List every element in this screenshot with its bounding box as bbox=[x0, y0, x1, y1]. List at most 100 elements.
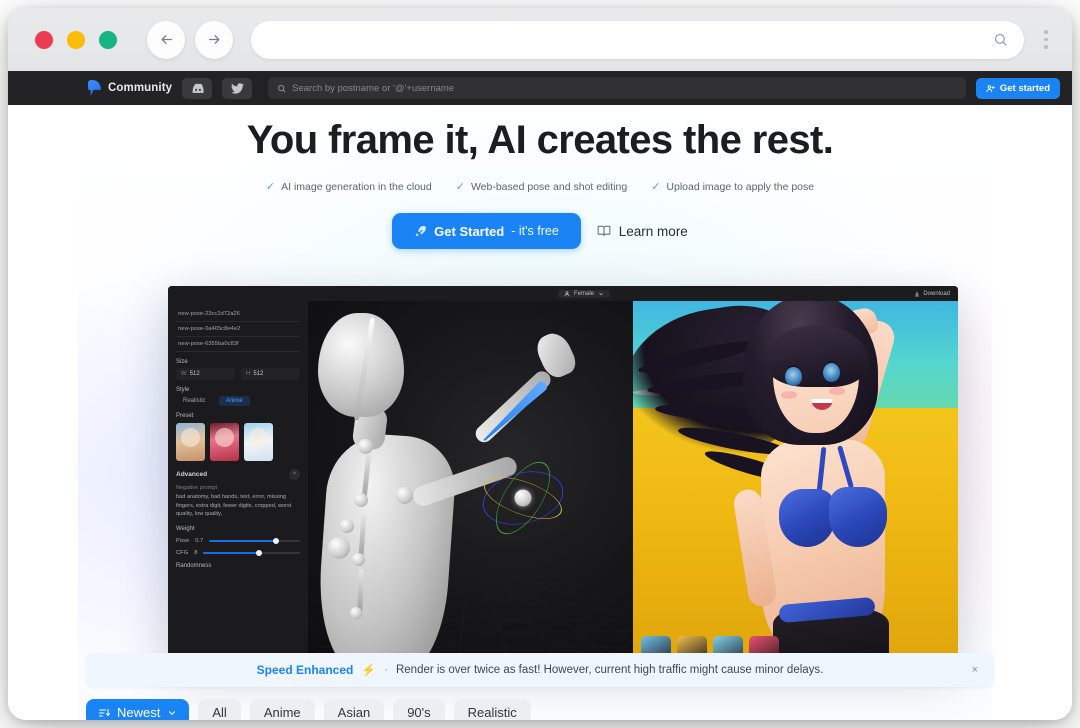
arrow-right-icon bbox=[208, 35, 219, 44]
slider-pose-value: 0.7 bbox=[195, 537, 204, 544]
check-icon: ✓ bbox=[455, 180, 465, 193]
preset-section-label: Preset bbox=[176, 413, 194, 419]
slider-pose[interactable]: Pose 0.7 bbox=[176, 537, 300, 544]
cta-primary-sublabel: - it's free bbox=[511, 224, 559, 239]
app-body: new-pose-23cc2d72a26 new-pose-0a465c8e4e… bbox=[168, 301, 958, 658]
rotation-gizmo[interactable] bbox=[477, 453, 569, 543]
download-button[interactable]: Download bbox=[914, 291, 950, 297]
joint-chest[interactable] bbox=[354, 493, 368, 507]
kebab-dot bbox=[1044, 45, 1048, 49]
twitter-icon bbox=[230, 82, 244, 94]
filter-chip-realistic[interactable]: Realistic bbox=[453, 699, 531, 720]
slider-pose-knob[interactable] bbox=[273, 537, 280, 544]
posemaniacs-logo-icon bbox=[88, 80, 101, 96]
filter-bar: Newest All Anime Asian 90's Realistic bbox=[86, 699, 531, 720]
sort-dropdown[interactable]: Newest bbox=[86, 699, 190, 720]
slider-cfg-track[interactable] bbox=[203, 549, 300, 556]
joint-spine[interactable] bbox=[352, 553, 365, 566]
mannequin-forearm bbox=[472, 367, 555, 446]
banner-separator: · bbox=[384, 664, 388, 676]
forward-button[interactable] bbox=[195, 20, 233, 59]
selected-bone-highlight bbox=[480, 379, 549, 444]
filter-chip-90s[interactable]: 90's bbox=[393, 699, 445, 720]
pose-viewport[interactable] bbox=[308, 301, 633, 658]
preset-thumbnail[interactable] bbox=[176, 423, 205, 461]
height-key: H bbox=[246, 371, 251, 377]
site-search-field[interactable] bbox=[268, 77, 966, 99]
joint-shoulder[interactable] bbox=[396, 487, 413, 504]
close-banner-button[interactable]: × bbox=[972, 664, 978, 676]
character-eye bbox=[785, 367, 802, 386]
joint-clavicle[interactable] bbox=[340, 519, 354, 533]
preset-thumbnail[interactable] bbox=[244, 423, 273, 461]
sort-descending-icon bbox=[99, 708, 110, 716]
feature-item: ✓ Upload image to apply the pose bbox=[651, 181, 814, 193]
width-key: W bbox=[181, 371, 187, 377]
chevron-down-icon bbox=[169, 710, 176, 715]
filter-chip-all[interactable]: All bbox=[198, 699, 241, 720]
close-window-button[interactable] bbox=[35, 30, 53, 49]
person-icon bbox=[564, 290, 570, 296]
maximize-window-button[interactable] bbox=[99, 30, 117, 49]
chevron-up-icon[interactable]: ^ bbox=[289, 469, 300, 480]
feature-list: ✓ AI image generation in the cloud ✓ Web… bbox=[8, 181, 1072, 193]
pose-list-item[interactable]: new-pose-6355ba0c83f bbox=[176, 337, 300, 352]
gizmo-center-handle[interactable] bbox=[514, 489, 532, 507]
character-blush bbox=[829, 387, 845, 395]
site-search-input[interactable] bbox=[292, 82, 957, 94]
slider-pose-track[interactable] bbox=[209, 537, 300, 544]
rocket-icon bbox=[415, 225, 426, 237]
check-icon: ✓ bbox=[265, 180, 276, 193]
brand-link[interactable]: Community bbox=[88, 80, 172, 96]
mannequin-model[interactable] bbox=[308, 307, 580, 658]
slider-cfg[interactable]: CFG 8 bbox=[176, 549, 300, 556]
url-input[interactable] bbox=[267, 32, 993, 47]
slider-cfg-knob[interactable] bbox=[256, 549, 263, 556]
negative-prompt-text[interactable]: bad anatomy, bad hands, text, error, mis… bbox=[176, 493, 300, 519]
height-input[interactable]: H 512 bbox=[241, 368, 300, 380]
page-title: You frame it, AI creates the rest. bbox=[246, 118, 834, 162]
learn-more-button[interactable]: Learn more bbox=[597, 213, 688, 249]
feature-item: ✓ Web-based pose and shot editing bbox=[456, 181, 627, 193]
arrow-left-icon bbox=[161, 35, 172, 44]
feature-label: AI image generation in the cloud bbox=[281, 181, 432, 194]
character-eye bbox=[823, 363, 840, 382]
status-badge: Speed Enhanced bbox=[256, 663, 354, 677]
discord-link[interactable] bbox=[182, 77, 213, 99]
chevron-down-icon bbox=[599, 292, 603, 295]
download-label: Download bbox=[923, 290, 950, 297]
get-started-header-button[interactable]: Get started bbox=[975, 77, 1060, 99]
user-plus-icon bbox=[986, 84, 995, 92]
navigation-buttons bbox=[147, 20, 233, 59]
minimize-window-button[interactable] bbox=[67, 30, 85, 49]
get-started-cta-button[interactable]: Get Started - it's free bbox=[392, 213, 581, 250]
browser-menu-button[interactable] bbox=[1024, 20, 1068, 60]
book-open-icon bbox=[597, 224, 611, 238]
width-input[interactable]: W 512 bbox=[176, 368, 235, 380]
browser-chrome bbox=[8, 8, 1072, 71]
twitter-link[interactable] bbox=[222, 77, 253, 99]
pose-list-item[interactable]: new-pose-0a465c8e4e2 bbox=[176, 322, 300, 337]
feature-label: Web-based pose and shot editing bbox=[470, 181, 628, 194]
preset-thumbnail[interactable] bbox=[210, 423, 239, 461]
joint-hip[interactable] bbox=[350, 607, 362, 619]
filter-chip-asian[interactable]: Asian bbox=[323, 699, 385, 720]
joint-neck[interactable] bbox=[358, 439, 373, 454]
gender-selector[interactable]: Female bbox=[558, 289, 611, 298]
address-bar[interactable] bbox=[251, 20, 1024, 59]
advanced-section-header[interactable]: Advanced ^ bbox=[176, 469, 300, 480]
generated-image[interactable] bbox=[633, 301, 958, 658]
bikini-top-right bbox=[829, 487, 887, 547]
browser-window: Community Get started bbox=[8, 8, 1072, 720]
back-button[interactable] bbox=[147, 20, 185, 59]
filter-chip-anime[interactable]: Anime bbox=[249, 699, 315, 720]
joint-shoulder-left[interactable] bbox=[328, 537, 350, 559]
brand-label: Community bbox=[108, 82, 173, 94]
pose-list-item[interactable]: new-pose-23cc2d72a26 bbox=[176, 307, 300, 322]
cta-group: Get Started - it's free Learn more bbox=[8, 213, 1072, 250]
cta-primary-label: Get Started bbox=[434, 223, 505, 239]
size-inputs: W 512 H 512 bbox=[176, 368, 300, 380]
style-option-realistic[interactable]: Realistic bbox=[176, 396, 213, 406]
app-toolbar: Female Download bbox=[168, 286, 958, 301]
style-option-anime[interactable]: Anime bbox=[218, 396, 250, 406]
